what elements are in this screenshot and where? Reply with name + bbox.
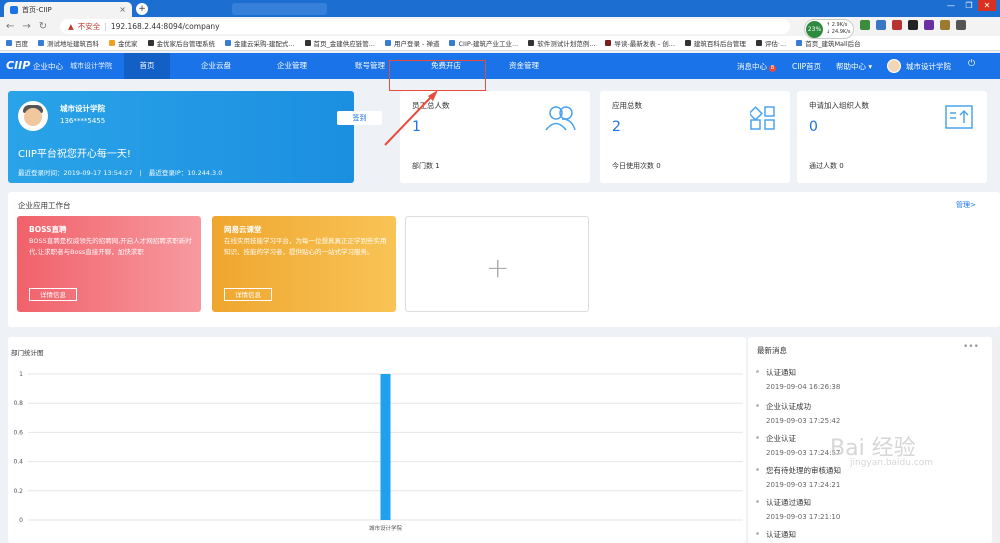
annotation-arrow — [384, 90, 438, 146]
